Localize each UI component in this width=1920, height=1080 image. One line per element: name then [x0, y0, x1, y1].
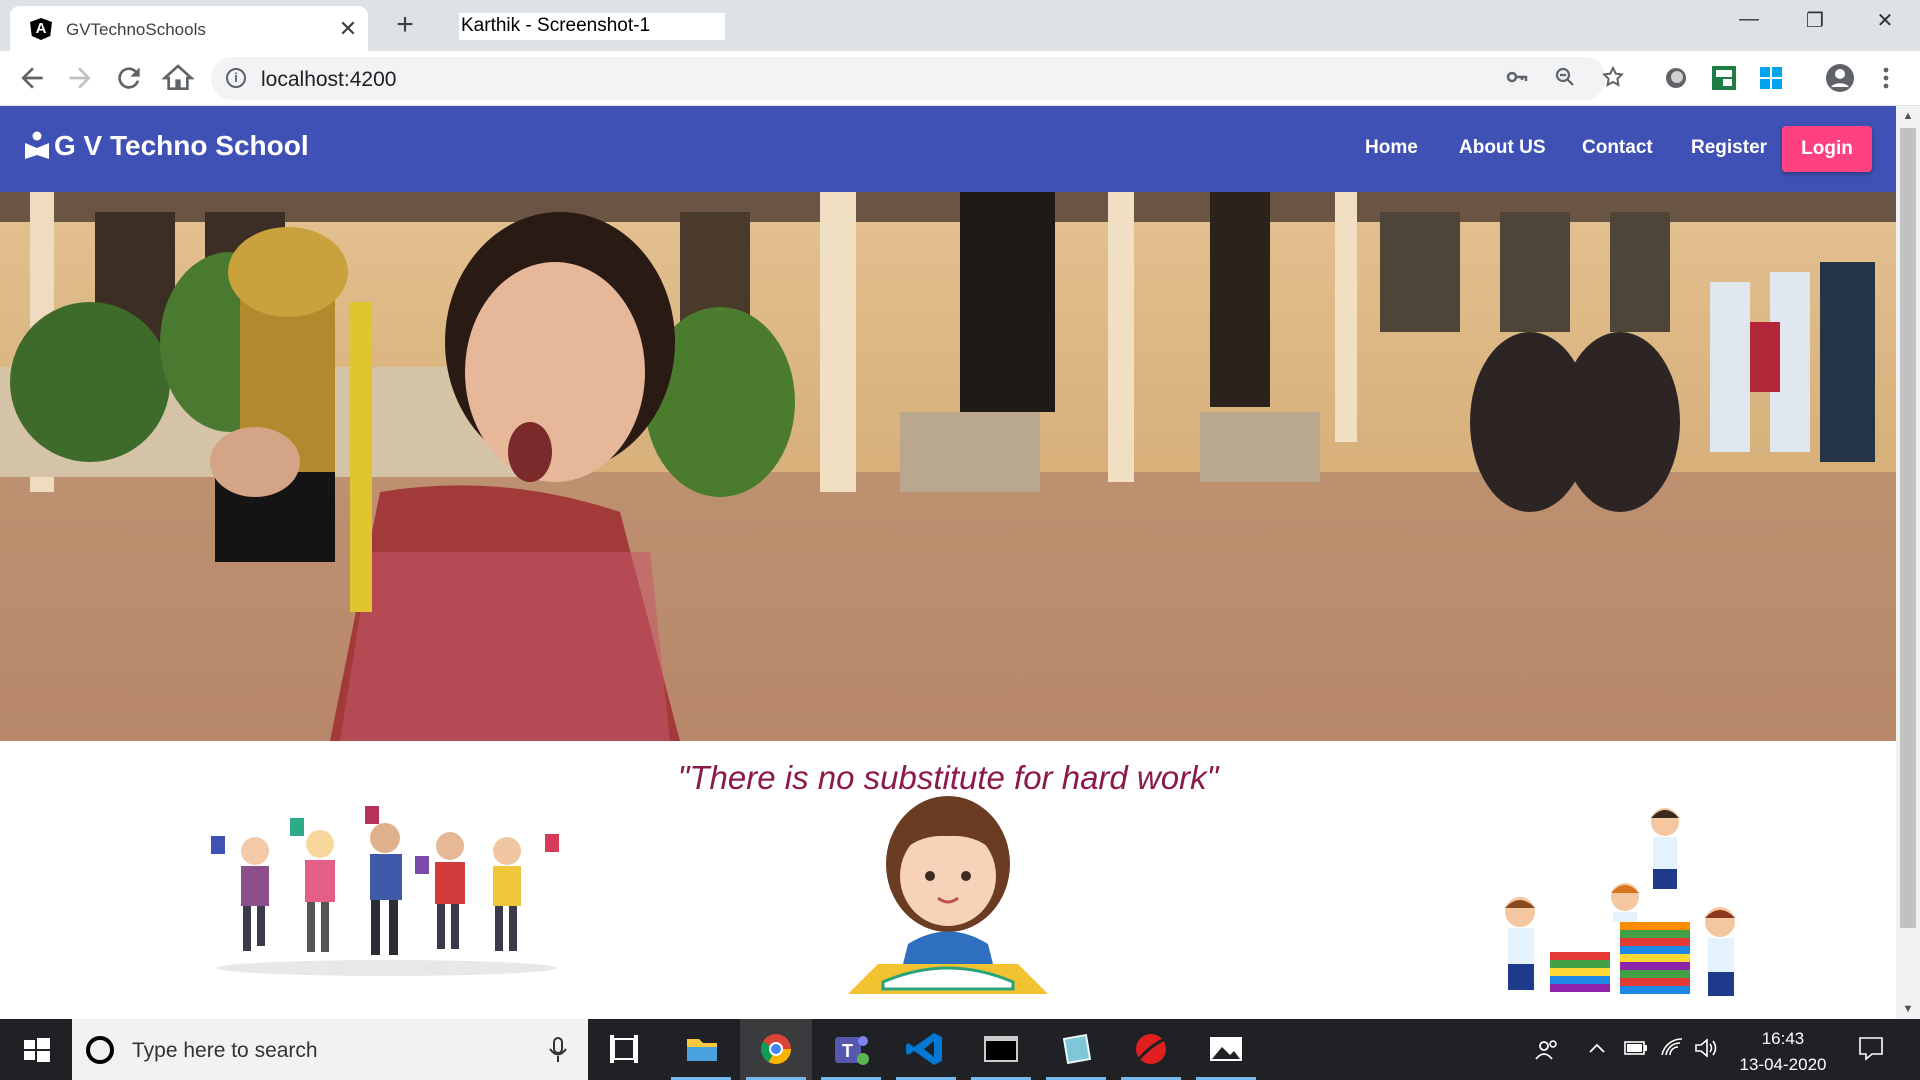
nav-register-link[interactable]: Register: [1691, 137, 1767, 159]
people-icon[interactable]: [1534, 1037, 1560, 1063]
nav-contact-link[interactable]: Contact: [1582, 137, 1653, 159]
scroll-up-arrow-icon[interactable]: ▲: [1896, 106, 1920, 126]
show-hidden-icons-chevron-icon[interactable]: [1588, 1041, 1606, 1055]
svg-text:T: T: [842, 1041, 853, 1061]
browser-tab-strip: A GVTechnoSchools ✕ + Karthik - Screensh…: [0, 0, 1920, 51]
screenshot-label: Karthik - Screenshot-1: [459, 13, 725, 40]
brand[interactable]: G V Techno School: [24, 130, 309, 162]
key-icon[interactable]: [1503, 65, 1531, 93]
new-tab-button[interactable]: +: [390, 8, 420, 42]
window-close-button[interactable]: ✕: [1862, 8, 1908, 36]
zoom-icon[interactable]: [1551, 65, 1579, 93]
menu-kebab-icon[interactable]: [1876, 65, 1896, 91]
teams-icon: T: [835, 1036, 869, 1065]
home-icon[interactable]: [161, 62, 195, 94]
taskbar-search-box[interactable]: Type here to search: [72, 1019, 588, 1080]
windows-start-icon[interactable]: [0, 1019, 72, 1080]
site-navbar: G V Techno School Home About US Contact …: [0, 106, 1896, 192]
restore-button[interactable]: ❐: [1792, 8, 1838, 36]
back-icon[interactable]: [16, 62, 48, 94]
nav-about-link[interactable]: About US: [1459, 137, 1546, 159]
file-explorer-app[interactable]: [665, 1019, 737, 1080]
teams-app[interactable]: T: [815, 1019, 887, 1080]
reload-icon[interactable]: [113, 62, 145, 94]
nav-home-link[interactable]: Home: [1365, 137, 1418, 159]
jumping-students-illustration: [211, 806, 559, 976]
volume-icon[interactable]: [1694, 1037, 1718, 1059]
task-view-icon[interactable]: [588, 1019, 660, 1080]
page-scrollbar[interactable]: ▲ ▼: [1896, 106, 1920, 1019]
chrome-app[interactable]: [740, 1019, 812, 1080]
notebook-icon: [1062, 1033, 1092, 1065]
angular-icon: A: [30, 18, 52, 40]
battery-icon[interactable]: [1624, 1041, 1648, 1055]
profile-avatar-icon[interactable]: [1825, 63, 1855, 93]
tab-title: GVTechnoSchools: [66, 20, 206, 39]
photos-icon: [1210, 1037, 1242, 1061]
browser-toolbar: i localhost:4200: [0, 51, 1920, 106]
scrollbar-thumb[interactable]: [1900, 128, 1916, 928]
extension-sheet-icon[interactable]: [1711, 65, 1737, 91]
bookmark-star-icon[interactable]: [1599, 65, 1627, 93]
page-viewport: G V Techno School Home About US Contact …: [0, 106, 1896, 1019]
terminal-icon: [984, 1036, 1018, 1062]
microphone-icon[interactable]: [547, 1036, 569, 1064]
browser-tab[interactable]: A GVTechnoSchools ✕: [10, 6, 368, 51]
vscode-app[interactable]: [890, 1019, 962, 1080]
chrome-icon: [760, 1034, 791, 1065]
extension-circle-icon[interactable]: [1663, 65, 1689, 91]
windows-extension-icon[interactable]: [1758, 65, 1784, 91]
notifications-icon[interactable]: [1858, 1035, 1884, 1061]
red-app[interactable]: [1115, 1019, 1187, 1080]
school-logo-icon: [25, 131, 49, 159]
address-bar[interactable]: i localhost:4200: [211, 57, 1624, 100]
reading-girl-illustration: [848, 796, 1048, 994]
terminal-app[interactable]: [965, 1019, 1037, 1080]
motivational-quote: "There is no substitute for hard work": [677, 759, 1219, 796]
brand-name: G V Techno School: [54, 130, 309, 161]
minimize-button[interactable]: —: [1726, 8, 1772, 36]
search-placeholder: Type here to search: [132, 1039, 318, 1062]
url-text[interactable]: localhost:4200: [261, 68, 396, 92]
forward-icon[interactable]: [64, 62, 96, 94]
red-app-icon: [1136, 1034, 1166, 1064]
photos-app[interactable]: [1190, 1019, 1262, 1080]
login-button[interactable]: Login: [1782, 126, 1872, 172]
windows-taskbar: Type here to search T 16:43 13-04-2020: [0, 1019, 1920, 1080]
clock-date[interactable]: 13-04-2020: [1734, 1055, 1832, 1075]
cortana-icon: [86, 1036, 114, 1064]
vscode-icon: [906, 1033, 942, 1065]
kids-on-books-illustration: [1505, 808, 1735, 996]
wifi-icon[interactable]: [1660, 1037, 1684, 1059]
info-icon[interactable]: i: [226, 68, 246, 88]
folder-icon: [687, 1039, 717, 1061]
notes-app[interactable]: [1040, 1019, 1112, 1080]
close-tab-icon[interactable]: ✕: [336, 16, 360, 42]
scroll-down-arrow-icon[interactable]: ▼: [1896, 999, 1920, 1019]
hero-school-photo: [0, 192, 1896, 741]
clock-time[interactable]: 16:43: [1740, 1029, 1826, 1049]
